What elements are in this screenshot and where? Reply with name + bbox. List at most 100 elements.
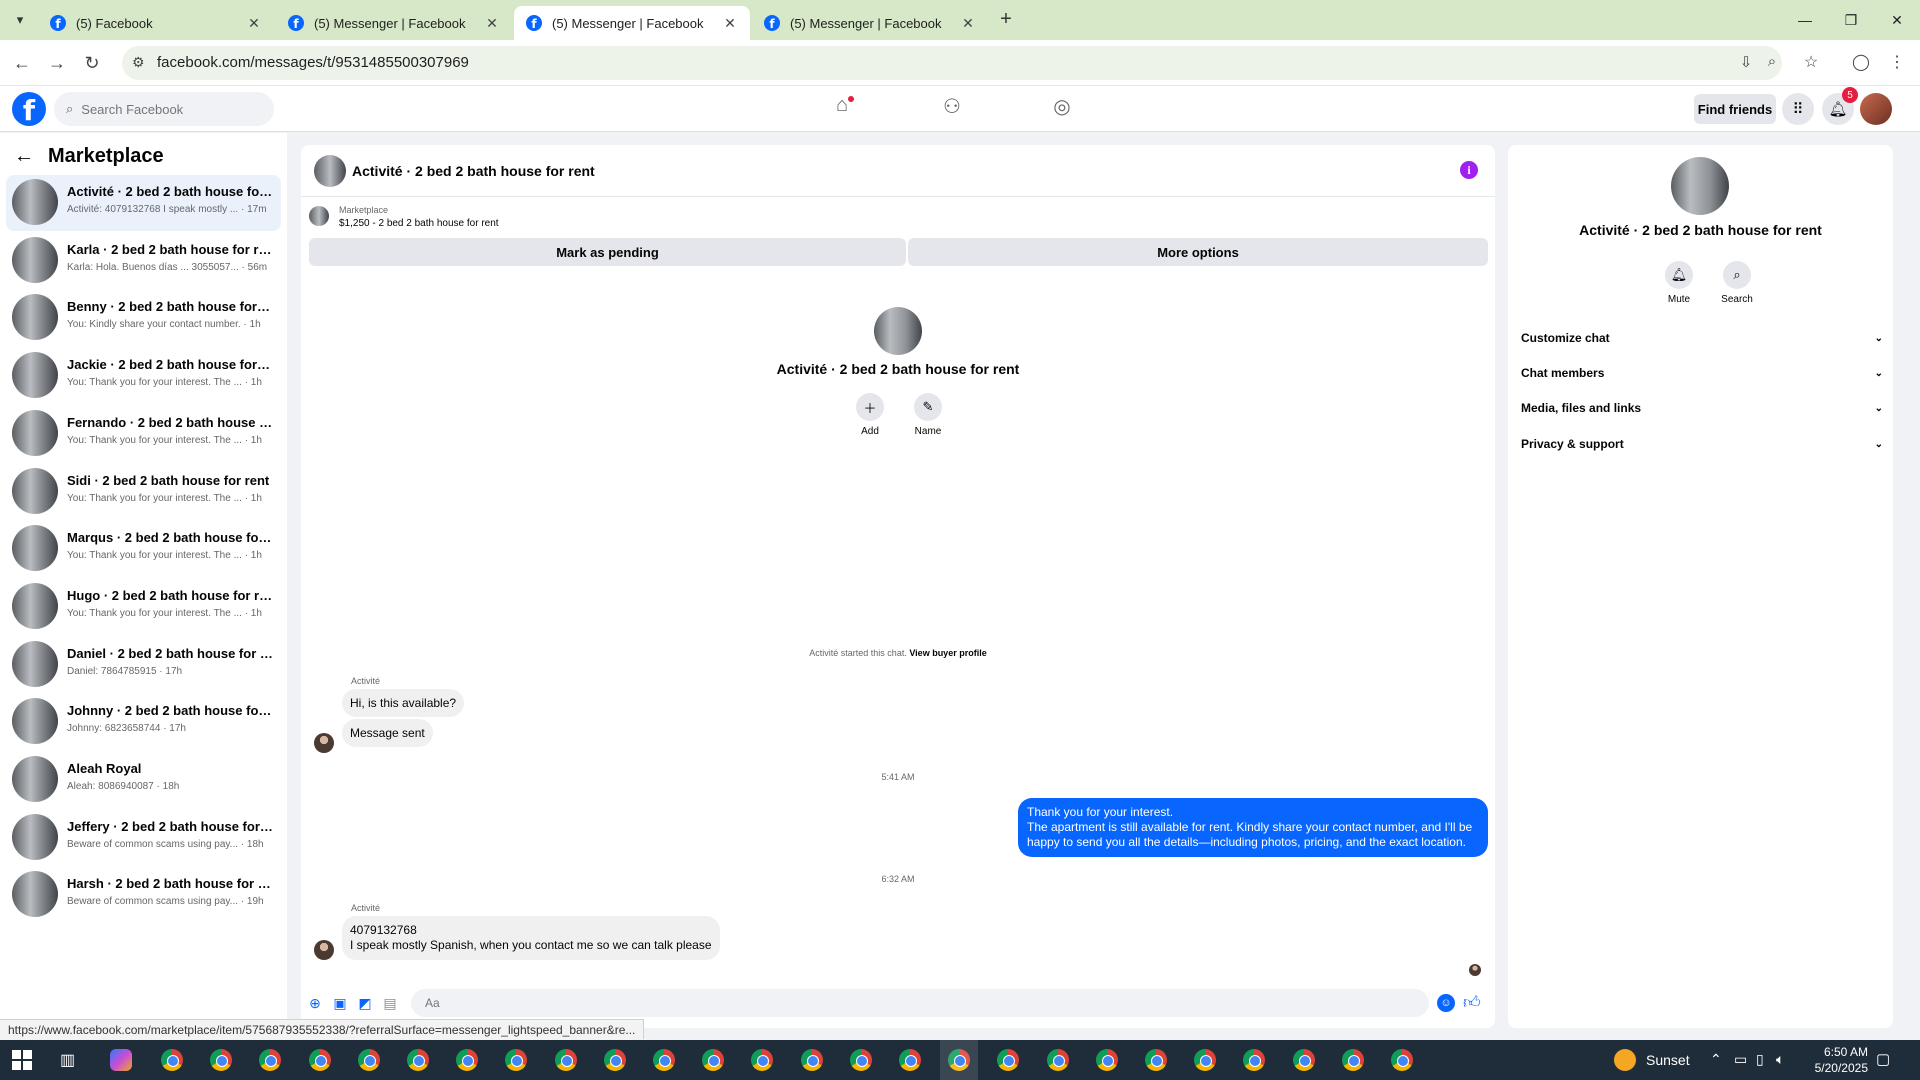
browser-tab-active[interactable]: f (5) Messenger | Facebook ✕ (514, 6, 750, 40)
conversation-item[interactable]: Aleah Royal Aleah: 8086940087 · 18h (6, 752, 281, 808)
chrome-taskbar-icon[interactable] (407, 1049, 429, 1071)
conversation-item[interactable]: Hugo · 2 bed 2 bath house for rent You: T… (6, 579, 281, 635)
chrome-taskbar-icon[interactable] (1243, 1049, 1266, 1071)
volume-icon[interactable]: 🔈︎ (1776, 1051, 1784, 1068)
phone-link-icon[interactable]: ▯ (1756, 1051, 1764, 1068)
site-info-icon[interactable]: ⚙ (132, 54, 145, 71)
browser-tab[interactable]: f (5) Messenger | Facebook ✕ (276, 6, 512, 40)
notifications-bell-icon[interactable]: 🔔︎ 5 (1822, 87, 1858, 125)
chrome-taskbar-icon[interactable] (161, 1049, 183, 1071)
new-tab-button[interactable]: + (992, 8, 1020, 32)
conversation-item[interactable]: Harsh · 2 bed 2 bath house for rent Bewar… (6, 867, 281, 923)
chrome-taskbar-icon[interactable] (554, 1049, 577, 1071)
listing-thumbnail[interactable] (314, 155, 346, 187)
chevron-up-icon[interactable]: ⌃ (1710, 1051, 1722, 1068)
incoming-message[interactable]: Message sent (342, 719, 433, 747)
chrome-taskbar-icon[interactable] (357, 1049, 380, 1071)
chrome-taskbar-icon[interactable] (1341, 1049, 1364, 1071)
chrome-taskbar-icon[interactable] (259, 1049, 282, 1071)
weather-widget[interactable]: Sunset (1614, 1049, 1690, 1071)
tab-close-icon[interactable]: ✕ (484, 15, 500, 32)
tab-close-icon[interactable]: ✕ (960, 15, 976, 32)
conversation-item[interactable]: Marqus · 2 bed 2 bath house for re... You… (6, 521, 281, 577)
find-friends-button[interactable]: Find friends (1694, 94, 1776, 124)
emoji-icon[interactable]: ☺ (1437, 994, 1455, 1012)
search-input[interactable] (81, 101, 242, 117)
address-url[interactable]: facebook.com/messages/t/9531485500307969 (157, 54, 469, 71)
plus-icon[interactable]: ⊕ (306, 994, 324, 1012)
chrome-taskbar-icon[interactable] (751, 1049, 774, 1071)
back-arrow-icon[interactable]: ← (14, 145, 34, 168)
tab-search-chevron-icon[interactable]: ▾ (8, 8, 32, 32)
facebook-logo-icon[interactable]: f (12, 92, 46, 126)
tab-close-icon[interactable]: ✕ (722, 15, 738, 32)
profile-avatar[interactable] (1860, 93, 1892, 125)
chrome-taskbar-icon[interactable] (210, 1049, 233, 1071)
conversation-item[interactable]: Benny · 2 bed 2 bath house for rent You: … (6, 290, 281, 346)
chrome-taskbar-icon[interactable] (1194, 1049, 1217, 1071)
message-input[interactable] (411, 989, 1429, 1017)
conversation-item[interactable]: Daniel · 2 bed 2 bath house for rent Dani… (6, 637, 281, 693)
media-files-links-section[interactable]: Media, files and links ⌄ (1521, 393, 1883, 423)
more-options-button[interactable]: More options (908, 238, 1488, 266)
chrome-taskbar-icon[interactable] (1391, 1049, 1413, 1071)
browser-menu-icon[interactable]: ⋮ (1884, 50, 1910, 76)
incoming-message[interactable]: Hi, is this available? (342, 689, 465, 717)
browser-tab[interactable]: f (5) Facebook ✕ (38, 6, 274, 40)
chrome-taskbar-icon[interactable] (653, 1049, 675, 1071)
close-window-icon[interactable]: ✕ (1874, 0, 1920, 40)
conversation-item[interactable]: Sidi · 2 bed 2 bath house for rent You: T… (6, 464, 281, 520)
zoom-icon[interactable]: ⌕ (1762, 53, 1782, 73)
view-buyer-profile-link[interactable]: View buyer profile (909, 648, 986, 658)
buyer-avatar[interactable] (314, 940, 334, 960)
forward-arrow-icon[interactable]: → (45, 51, 69, 75)
chrome-taskbar-icon[interactable] (800, 1049, 823, 1071)
customize-chat-section[interactable]: Customize chat ⌄ (1521, 323, 1883, 353)
chrome-taskbar-icon[interactable] (308, 1049, 331, 1071)
system-clock[interactable]: 6:50 AM 5/20/2025 (1798, 1044, 1868, 1076)
chrome-taskbar-icon[interactable] (849, 1049, 872, 1071)
chrome-taskbar-icon[interactable] (1145, 1049, 1167, 1071)
search-conversation-button[interactable]: ⌕ Search (1712, 261, 1762, 305)
back-arrow-icon[interactable]: ← (10, 51, 34, 75)
buyer-avatar[interactable] (314, 733, 334, 753)
chrome-taskbar-icon[interactable] (456, 1049, 479, 1071)
groups-icon[interactable]: ◎ (1032, 94, 1092, 124)
browser-tab[interactable]: f (5) Messenger | Facebook ✕ (752, 6, 988, 40)
chrome-taskbar-icon[interactable] (1095, 1049, 1118, 1071)
chat-title[interactable]: Activité · 2 bed 2 bath house for rent (352, 163, 595, 179)
mute-button[interactable]: 🔔︎ Mute (1654, 261, 1704, 305)
sticker-icon[interactable]: ◩ (356, 994, 374, 1012)
install-app-icon[interactable]: ⇩ (1736, 53, 1756, 73)
conversation-item[interactable]: Activité · 2 bed 2 bath house for re... A… (6, 175, 281, 231)
chrome-taskbar-icon[interactable] (702, 1049, 725, 1071)
notification-center-icon[interactable]: ▢ (1876, 1050, 1890, 1068)
conversation-item[interactable]: Johnny · 2 bed 2 bath house for rent John… (6, 694, 281, 750)
chrome-taskbar-icon[interactable] (603, 1049, 626, 1071)
restore-icon[interactable]: ❐ (1828, 0, 1874, 40)
minimize-icon[interactable]: — (1782, 0, 1828, 40)
photo-icon[interactable]: ▣ (331, 994, 349, 1012)
chrome-taskbar-icon[interactable] (940, 1040, 979, 1080)
address-bar[interactable]: ⚙ facebook.com/messages/t/95314855003079… (122, 46, 1782, 80)
windows-start-icon[interactable] (12, 1050, 32, 1070)
chat-members-section[interactable]: Chat members ⌄ (1521, 358, 1883, 388)
conversation-item[interactable]: Fernando · 2 bed 2 bath house for ... You… (6, 406, 281, 462)
edit-name-button[interactable]: ✎ Name (906, 393, 950, 437)
conversation-item[interactable]: Karla · 2 bed 2 bath house for rent Karla… (6, 233, 281, 289)
profile-icon[interactable]: ◯ (1848, 50, 1874, 76)
reload-icon[interactable]: ↻ (80, 51, 104, 75)
bookmark-star-icon[interactable]: ☆ (1798, 50, 1824, 76)
incoming-message[interactable]: 4079132768 I speak mostly Spanish, when … (342, 916, 720, 960)
copilot-icon[interactable] (110, 1049, 132, 1071)
mark-as-pending-button[interactable]: Mark as pending (309, 238, 906, 266)
info-icon[interactable]: i (1460, 161, 1478, 179)
chrome-taskbar-icon[interactable] (997, 1049, 1020, 1071)
like-icon[interactable]: 👍︎ (1463, 992, 1481, 1013)
privacy-support-section[interactable]: Privacy & support ⌄ (1521, 429, 1883, 459)
home-icon[interactable]: ⌂ (812, 94, 872, 124)
conversation-item[interactable]: Jackie · 2 bed 2 bath house for rent You:… (6, 348, 281, 404)
chrome-taskbar-icon[interactable] (1046, 1049, 1069, 1071)
outgoing-message[interactable]: Thank you for your interest. The apartme… (1018, 798, 1488, 857)
conversation-item[interactable]: Jeffery · 2 bed 2 bath house for rent Bew… (6, 810, 281, 866)
